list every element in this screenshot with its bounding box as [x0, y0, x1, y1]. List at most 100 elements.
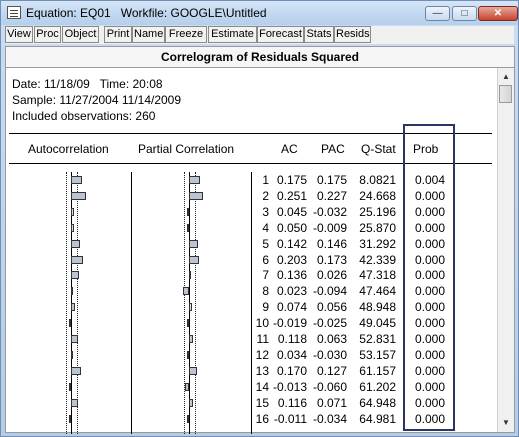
pac-bar [189, 271, 191, 279]
scroll-thumb[interactable] [499, 85, 512, 103]
prob-cell: 0.000 [414, 205, 445, 219]
pac-cell: 0.056 [316, 300, 347, 314]
ac-cell: 0.050 [276, 221, 307, 235]
qstat-cell: 49.045 [359, 316, 396, 330]
prob-cell: 0.000 [414, 189, 445, 203]
autocorrelation-header: Autocorrelation [28, 142, 109, 156]
ac-bar [71, 399, 78, 407]
ac-cell: 0.142 [276, 237, 307, 251]
lag-cell: 2 [262, 189, 269, 203]
resids-button[interactable]: Resids [334, 26, 371, 43]
pac-cell: 0.127 [316, 364, 347, 378]
qstat-cell: 61.157 [359, 364, 396, 378]
ac-cell: 0.170 [276, 364, 307, 378]
pac-bar [189, 367, 197, 375]
equation-window: Equation: EQ01 Workfile: GOOGLE\Untitled… [0, 0, 519, 437]
column-separator [131, 172, 132, 434]
prob-cell: 0.004 [414, 173, 445, 187]
qstat-cell: 48.948 [359, 300, 396, 314]
lag-cell: 9 [262, 300, 269, 314]
ac-bar [71, 351, 73, 359]
freeze-button[interactable]: Freeze [165, 26, 207, 43]
forecast-button[interactable]: Forecast [257, 26, 304, 43]
minimize-button[interactable]: — [425, 6, 450, 21]
ac-cell: 0.034 [276, 348, 307, 362]
ac-cell: 0.045 [276, 205, 307, 219]
ac-bar [71, 271, 79, 279]
ac-cell: 0.251 [276, 189, 307, 203]
pac-bar [189, 303, 192, 311]
ac-bar [71, 287, 73, 295]
window-title: Equation: EQ01 Workfile: GOOGLE\Untitled [26, 6, 267, 20]
ac-bar [71, 240, 80, 248]
column-separator [251, 172, 252, 434]
qstat-cell: 24.668 [359, 189, 396, 203]
ac-cell: 0.136 [276, 268, 307, 282]
pac-cell: 0.026 [316, 268, 347, 282]
name-button[interactable]: Name [132, 26, 165, 43]
lag-cell: 1 [262, 173, 269, 187]
lag-cell: 11 [256, 332, 269, 346]
scroll-up-arrow-icon[interactable]: ▲ [500, 70, 512, 84]
ac-bar [71, 192, 86, 200]
qstat-cell: 53.157 [359, 348, 396, 362]
qstat-cell: 8.0821 [359, 173, 396, 187]
estimate-button[interactable]: Estimate [208, 26, 257, 43]
pac-bar [187, 224, 189, 232]
qstat-cell: 61.202 [359, 380, 396, 394]
ac-upper-band [77, 172, 78, 434]
lag-cell: 4 [262, 221, 269, 235]
pac-bar [189, 256, 199, 264]
prob-cell: 0.000 [414, 284, 445, 298]
pac-bar [187, 351, 189, 359]
pac-lower-band [184, 172, 185, 434]
print-button[interactable]: Print [104, 26, 132, 43]
ac-bar [71, 367, 81, 375]
lag-cell: 10 [255, 316, 269, 330]
stats-button[interactable]: Stats [304, 26, 334, 43]
toolbar: View Proc Object Print Name Freeze Estim… [5, 26, 514, 44]
qstat-cell: 31.292 [359, 237, 396, 251]
pac-cell: 0.063 [316, 332, 347, 346]
title-bar[interactable]: Equation: EQ01 Workfile: GOOGLE\Untitled… [1, 1, 518, 25]
close-button[interactable]: ✕ [478, 6, 518, 21]
ac-cell: 0.118 [277, 332, 307, 346]
prob-cell: 0.000 [414, 396, 445, 410]
ac-cell: 0.074 [276, 300, 307, 314]
lag-cell: 15 [255, 396, 269, 410]
ac-bar [71, 208, 74, 216]
maximize-button[interactable]: □ [452, 6, 477, 21]
lag-cell: 12 [255, 348, 269, 362]
prob-cell: 0.000 [414, 316, 445, 330]
qstat-cell: 64.981 [359, 412, 396, 426]
observations-line: Included observations: 260 [12, 109, 156, 123]
view-title: Correlogram of Residuals Squared [6, 47, 514, 68]
scroll-down-arrow-icon[interactable]: ▼ [500, 416, 512, 430]
pac-cell: -0.009 [312, 221, 347, 235]
ac-cell: -0.013 [272, 380, 307, 394]
ac-bar [71, 303, 75, 311]
lag-cell: 7 [262, 268, 269, 282]
qstat-cell: 25.870 [359, 221, 396, 235]
object-button[interactable]: Object [62, 26, 99, 43]
pac-cell: -0.034 [312, 412, 347, 426]
lag-cell: 6 [262, 253, 269, 267]
ac-bar [71, 224, 74, 232]
pac-cell: 0.146 [316, 237, 347, 251]
ac-cell: 0.116 [277, 396, 307, 410]
partial-correlation-header: Partial Correlation [138, 142, 235, 156]
vertical-scrollbar[interactable]: ▲ ▼ [497, 68, 514, 432]
qstat-cell: 64.948 [359, 396, 396, 410]
qstat-header: Q-Stat [361, 142, 396, 156]
prob-cell: 0.000 [414, 380, 445, 394]
pac-bar [183, 287, 189, 295]
pac-cell: 0.071 [316, 396, 347, 410]
window-app-icon [7, 6, 21, 19]
ac-cell: 0.175 [276, 173, 307, 187]
sample-line: Sample: 11/27/2004 11/14/2009 [12, 93, 182, 107]
proc-button[interactable]: Proc [34, 26, 61, 43]
pac-cell: 0.175 [316, 173, 347, 187]
ac-lower-band [66, 172, 67, 434]
view-button[interactable]: View [5, 26, 33, 43]
ac-bar [71, 256, 83, 264]
